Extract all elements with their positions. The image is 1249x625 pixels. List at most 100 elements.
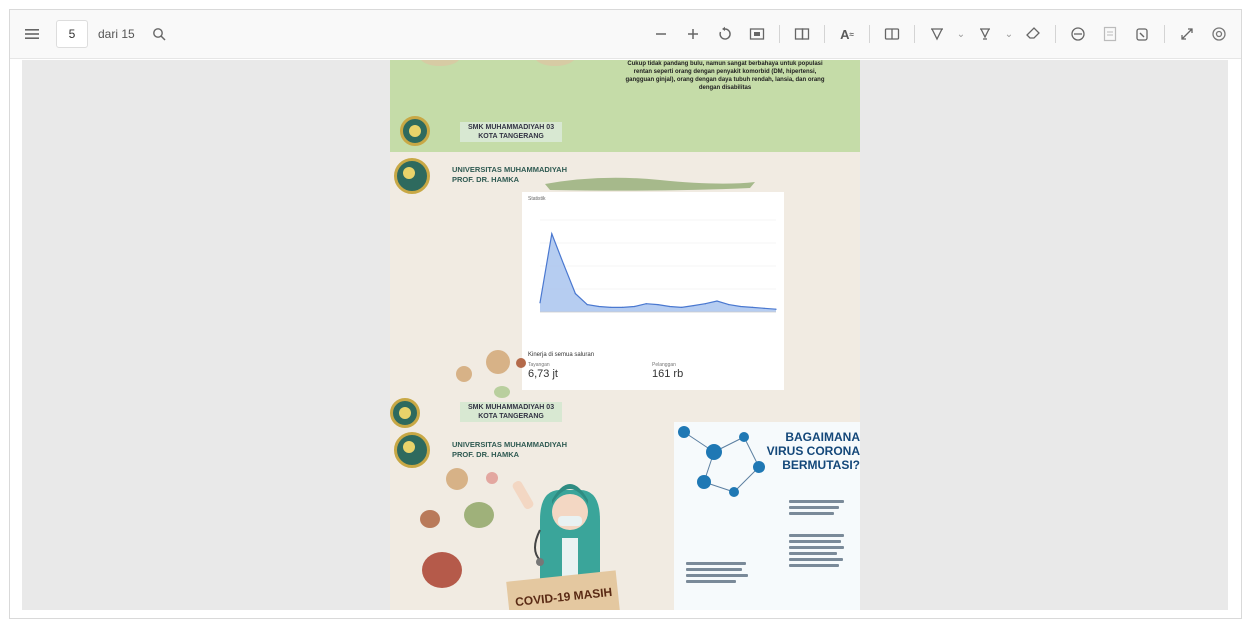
school-logo	[390, 398, 420, 428]
page-number-input[interactable]: 5	[56, 20, 88, 48]
university-name: UNIVERSITAS MUHAMMADIYAH PROF. DR. HAMKA	[452, 440, 567, 460]
school-logo	[400, 116, 430, 146]
menu-icon[interactable]	[18, 20, 46, 48]
chart-point	[551, 233, 553, 235]
toolbar-left-group: 5 dari 15	[18, 10, 173, 58]
fit-page-icon[interactable]	[743, 20, 771, 48]
text-line	[789, 564, 839, 567]
stat-value: 6,73 jt	[528, 368, 558, 380]
school-name-line: SMK MUHAMMADIYAH 03	[468, 404, 555, 411]
chart-point	[728, 304, 730, 306]
toolbar-divider	[779, 25, 780, 43]
university-logo	[394, 158, 430, 194]
zoom-out-icon[interactable]	[647, 20, 675, 48]
green-slide-section: Cukup tidak pandang bulu, namun sangat b…	[390, 60, 860, 152]
print-icon[interactable]	[1064, 20, 1092, 48]
text-line	[789, 506, 839, 509]
toolbar-divider	[1055, 25, 1056, 43]
settings-icon[interactable]	[1205, 20, 1233, 48]
chart-point	[633, 305, 635, 308]
chart-point	[716, 300, 718, 302]
chart-point	[669, 305, 671, 308]
toolbar-divider	[914, 25, 915, 43]
erase-icon[interactable]	[1019, 20, 1047, 48]
toolbar-right-group: A ≈ ⌄ ⌄	[647, 10, 1233, 58]
chart-point	[692, 304, 694, 307]
text-line	[789, 558, 843, 561]
draw-icon[interactable]	[923, 20, 951, 48]
chart-point	[622, 306, 624, 308]
panel-title-line-3: BERMUTASI?	[782, 458, 860, 472]
chart-point	[751, 306, 753, 308]
slide-body-text: Cukup tidak pandang bulu, namun sangat b…	[625, 61, 825, 91]
text-line	[789, 500, 844, 503]
zoom-in-icon[interactable]	[679, 20, 707, 48]
decor-circle	[422, 552, 462, 588]
university-line-1: UNIVERSITAS MUHAMMADIYAH	[452, 440, 568, 449]
school-name-label: SMK MUHAMMADIYAH 03 KOTA TANGERANG	[460, 122, 563, 142]
decor-circle	[516, 358, 526, 368]
chart-area	[540, 233, 776, 312]
chart-point	[657, 304, 659, 306]
chart-point	[563, 263, 565, 265]
decor-circle	[464, 502, 494, 528]
decor-circle	[535, 60, 575, 66]
stat-block-views: Tayangan 6,73 jt	[528, 362, 558, 380]
chevron-down-icon[interactable]: ⌄	[1003, 29, 1015, 40]
chart-point	[740, 305, 742, 308]
virus-info-panel: BAGAIMANA VIRUS CORONA BERMUTASI?	[674, 422, 860, 610]
school-name-line: SMK MUHAMMADIYAH 03	[468, 124, 555, 131]
school-city-line: KOTA TANGERANG	[478, 413, 544, 420]
text-line	[789, 540, 841, 543]
rotate-icon[interactable]	[711, 20, 739, 48]
highlight-icon[interactable]	[971, 20, 999, 48]
chart-point	[610, 306, 612, 308]
chart-point	[775, 308, 777, 310]
text-line	[686, 562, 746, 565]
text-line	[686, 574, 748, 577]
text-line	[686, 580, 736, 583]
decor-circle	[456, 366, 472, 382]
pdf-viewer-window: 5 dari 15 A ≈ ⌄ ⌄ Cukup tidak pandang bu…	[9, 9, 1242, 619]
chevron-down-icon[interactable]: ⌄	[955, 29, 967, 40]
chart-point	[645, 303, 647, 305]
stat-block-subscribers: Pelanggan 161 rb	[652, 362, 683, 380]
chart-point	[681, 306, 683, 308]
page-layout-icon[interactable]	[788, 20, 816, 48]
university-logo	[394, 432, 430, 468]
chart-point	[763, 307, 765, 309]
panel-title: BAGAIMANA VIRUS CORONA BERMUTASI?	[734, 430, 860, 472]
text-line	[789, 552, 837, 555]
youtube-stats-screenshot: Statistik Kinerja di semua saluran Tayan…	[522, 192, 784, 390]
document-viewport[interactable]: Cukup tidak pandang bulu, namun sangat b…	[22, 60, 1228, 610]
text-line	[789, 512, 834, 515]
panel-title-line-1: BAGAIMANA	[785, 430, 860, 444]
two-page-icon[interactable]	[878, 20, 906, 48]
decor-circle	[420, 510, 440, 528]
save-icon[interactable]	[1096, 20, 1124, 48]
text-size-icon[interactable]: A ≈	[833, 20, 861, 48]
text-line	[789, 546, 844, 549]
fullscreen-icon[interactable]	[1173, 20, 1201, 48]
decor-circle	[486, 472, 498, 484]
views-chart	[539, 219, 777, 313]
chart-point	[539, 302, 541, 304]
stats-caption: Kinerja di semua saluran	[528, 352, 595, 358]
school-name-label: SMK MUHAMMADIYAH 03 KOTA TANGERANG	[460, 402, 563, 422]
toolbar-divider	[1164, 25, 1165, 43]
brush-stroke-decor	[545, 177, 755, 191]
text-line	[789, 534, 844, 537]
search-icon[interactable]	[145, 20, 173, 48]
toolbar-divider	[869, 25, 870, 43]
decor-circle	[494, 386, 510, 398]
chart-point	[574, 293, 576, 295]
copy-icon[interactable]	[1128, 20, 1156, 48]
panel-title-line-2: VIRUS CORONA	[766, 444, 860, 458]
document-page: Cukup tidak pandang bulu, namun sangat b…	[390, 60, 860, 610]
toolbar-divider	[824, 25, 825, 43]
decor-circle	[420, 60, 460, 66]
school-city-line: KOTA TANGERANG	[478, 133, 544, 140]
chart-point	[586, 304, 588, 306]
viewer-toolbar: 5 dari 15 A ≈ ⌄ ⌄	[10, 10, 1241, 59]
chart-point	[598, 305, 600, 308]
